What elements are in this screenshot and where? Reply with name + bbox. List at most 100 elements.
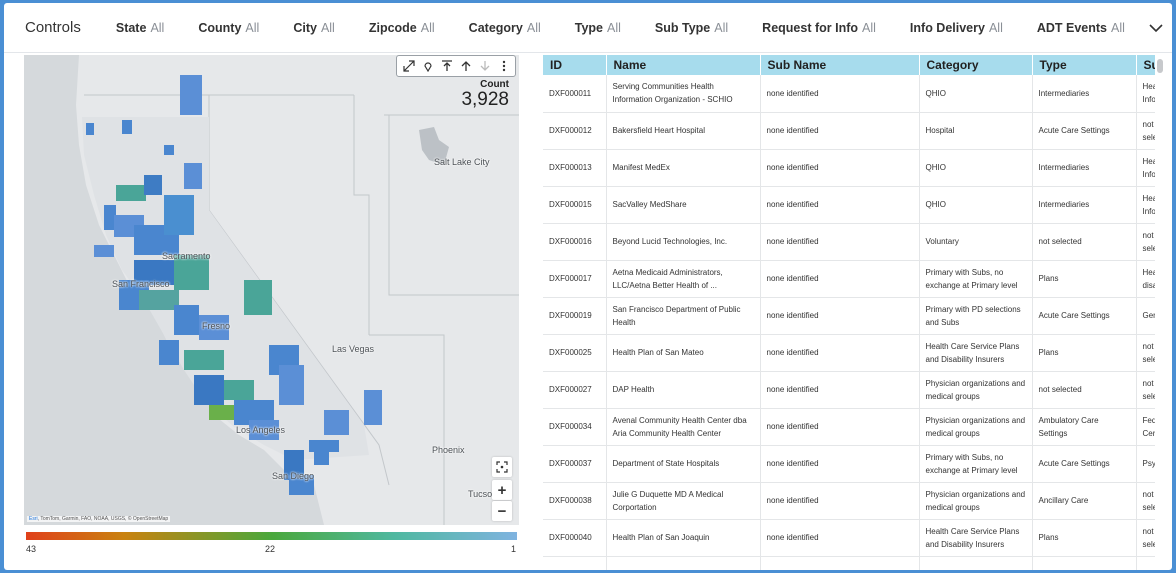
table-cell: Health Care Service Plans and Disability… bbox=[919, 519, 1033, 557]
table-cell: Health Information... bbox=[1136, 75, 1155, 113]
table-cell: none identified bbox=[760, 260, 920, 298]
table-cell: none identified bbox=[760, 223, 920, 261]
table-cell: none identified bbox=[760, 75, 920, 113]
chevron-down-icon[interactable] bbox=[1148, 20, 1164, 36]
filter-type[interactable]: Type All bbox=[575, 21, 621, 35]
city-label: San Diego bbox=[272, 471, 315, 481]
table-cell: DXF000027 bbox=[543, 371, 607, 409]
table-cell: DXF000017 bbox=[543, 260, 607, 298]
more-icon[interactable] bbox=[496, 58, 512, 74]
map-visual[interactable]: Sacramento San Francisco Fresno Las Vegas Lo… bbox=[24, 55, 519, 525]
filter-zipcode[interactable]: Zipcode All bbox=[369, 21, 435, 35]
table-cell: Primary with PD selections and Subs bbox=[919, 297, 1033, 335]
table-cell: not selected bbox=[1136, 112, 1155, 150]
drill-down-icon[interactable] bbox=[477, 58, 493, 74]
city-label: Salt Lake City bbox=[434, 157, 490, 167]
pin-icon[interactable] bbox=[420, 58, 436, 74]
table-cell bbox=[543, 556, 607, 570]
filter-value: All bbox=[526, 20, 541, 35]
table-row[interactable]: DXF000019 San Francisco Department of Pub… bbox=[543, 297, 1155, 335]
table-cell: Health Information... bbox=[1136, 186, 1155, 224]
table-cell: none identified bbox=[760, 371, 920, 409]
filter-label: State bbox=[115, 20, 147, 35]
table-header-row: IDNameSub NameCategoryTypeSub Type bbox=[543, 55, 1155, 75]
table-cell: Intermediaries bbox=[1032, 149, 1137, 187]
table-body: DXF000011 Serving Communities Health Info… bbox=[543, 75, 1155, 570]
table-cell: DXF000038 bbox=[543, 482, 607, 520]
filter-category[interactable]: Category All bbox=[469, 21, 541, 35]
table-row[interactable]: DXF000025 Health Plan of San Mateo none id… bbox=[543, 334, 1155, 372]
table-cell: Intermediaries bbox=[1032, 75, 1137, 113]
column-header[interactable]: Sub Type bbox=[1136, 55, 1155, 75]
table-cell: DXF000015 bbox=[543, 186, 607, 224]
data-table-panel[interactable]: IDNameSub NameCategoryTypeSub Type DXF00… bbox=[543, 55, 1155, 570]
filter-info-delivery[interactable]: Info Delivery All bbox=[910, 21, 1003, 35]
filter-label: Info Delivery bbox=[909, 20, 985, 35]
table-row[interactable]: DXF000016 Beyond Lucid Technologies, Inc.… bbox=[543, 223, 1155, 261]
zoom-in-button[interactable]: + bbox=[492, 480, 512, 500]
table-row[interactable]: DXF000027 DAP Health none identified Physic… bbox=[543, 371, 1155, 409]
column-header[interactable]: Type bbox=[1032, 55, 1137, 75]
table-cell: none identified bbox=[760, 519, 920, 557]
table-cell: Federally Certified... bbox=[1136, 408, 1155, 446]
table-cell: DXF000013 bbox=[543, 149, 607, 187]
filter-value: All bbox=[714, 20, 729, 35]
filter-adt-events[interactable]: ADT Events All bbox=[1037, 21, 1125, 35]
table-row[interactable]: DXF000037 Department of State Hospitals no… bbox=[543, 445, 1155, 483]
legend-mid-label: 22 bbox=[265, 544, 276, 554]
table-row[interactable]: DXF000012 Bakersfield Heart Hospital none … bbox=[543, 112, 1155, 150]
table-cell: Serving Communities Health Information O… bbox=[606, 75, 761, 113]
table-cell: QHIO bbox=[919, 75, 1033, 113]
table-row[interactable]: DXF000013 Manifest MedEx none identified QH… bbox=[543, 149, 1155, 187]
table-cell: Voluntary bbox=[919, 223, 1033, 261]
table-cell: not selected bbox=[1136, 334, 1155, 372]
table-row[interactable]: DXF000015 SacValley MedShare none identifi… bbox=[543, 186, 1155, 224]
table-cell: Primary with Subs, no exchange at Primar… bbox=[919, 260, 1033, 298]
column-header[interactable]: ID bbox=[543, 55, 607, 75]
drill-up-icon[interactable] bbox=[458, 58, 474, 74]
filter-label: Zipcode bbox=[368, 20, 417, 35]
column-header[interactable]: Sub Name bbox=[760, 55, 920, 75]
table-cell: San Francisco Department of Public Healt… bbox=[606, 297, 761, 335]
table-cell bbox=[760, 556, 920, 570]
filter-state[interactable]: State All bbox=[116, 21, 164, 35]
table-row[interactable]: DXF000011 Serving Communities Health Info… bbox=[543, 75, 1155, 113]
attribution-esri[interactable]: Esri bbox=[29, 516, 38, 522]
filter-county[interactable]: County All bbox=[198, 21, 259, 35]
table-cell: Ancillary Care bbox=[1032, 482, 1137, 520]
filter-request-for-info[interactable]: Request for Info All bbox=[762, 21, 876, 35]
filter-sub-type[interactable]: Sub Type All bbox=[655, 21, 728, 35]
table-cell: Bakersfield Heart Hospital bbox=[606, 112, 761, 150]
table-row[interactable]: Anesthesia Service Medical Group Physicia… bbox=[543, 556, 1155, 570]
table-scrollbar[interactable] bbox=[1157, 59, 1163, 73]
table-cell: Physician organizations and medical grou… bbox=[919, 371, 1033, 409]
table-cell: Intermediaries bbox=[1032, 186, 1137, 224]
table-cell: Acute Care Settings bbox=[1032, 445, 1137, 483]
table-cell: Health Information... bbox=[1136, 149, 1155, 187]
recenter-icon[interactable] bbox=[492, 457, 512, 477]
filter-value: All bbox=[320, 20, 335, 35]
table-row[interactable]: DXF000040 Health Plan of San Joaquin none … bbox=[543, 519, 1155, 557]
filter-label: City bbox=[293, 20, 317, 35]
table-cell bbox=[1136, 556, 1155, 570]
city-label: Phoenix bbox=[432, 445, 465, 455]
filter-label: Request for Info bbox=[762, 20, 859, 35]
attribution-text: , TomTom, Garmin, FAO, NOAA, USGS, © Ope… bbox=[37, 516, 169, 522]
filter-value: All bbox=[245, 20, 260, 35]
table-row[interactable]: DXF000017 Aetna Medicaid Administrators, … bbox=[543, 260, 1155, 298]
expand-icon[interactable] bbox=[401, 58, 417, 74]
table-cell: none identified bbox=[760, 186, 920, 224]
zoom-out-button[interactable]: − bbox=[492, 501, 512, 521]
table-row[interactable]: DXF000034 Avenal Community Health Center … bbox=[543, 408, 1155, 446]
table-row[interactable]: DXF000038 Julie G Duquette MD A Medical C… bbox=[543, 482, 1155, 520]
filter-value: All bbox=[150, 20, 165, 35]
column-header[interactable]: Name bbox=[606, 55, 761, 75]
table-cell: none identified bbox=[760, 445, 920, 483]
table-cell: Primary with Subs, no exchange at Primar… bbox=[919, 445, 1033, 483]
drill-up-top-icon[interactable] bbox=[439, 58, 455, 74]
city-label: Sacramento bbox=[162, 251, 211, 261]
table-cell: DXF000025 bbox=[543, 334, 607, 372]
map-attribution: Esri, TomTom, Garmin, FAO, NOAA, USGS, ©… bbox=[27, 516, 171, 522]
column-header[interactable]: Category bbox=[919, 55, 1033, 75]
filter-city[interactable]: City All bbox=[293, 21, 335, 35]
